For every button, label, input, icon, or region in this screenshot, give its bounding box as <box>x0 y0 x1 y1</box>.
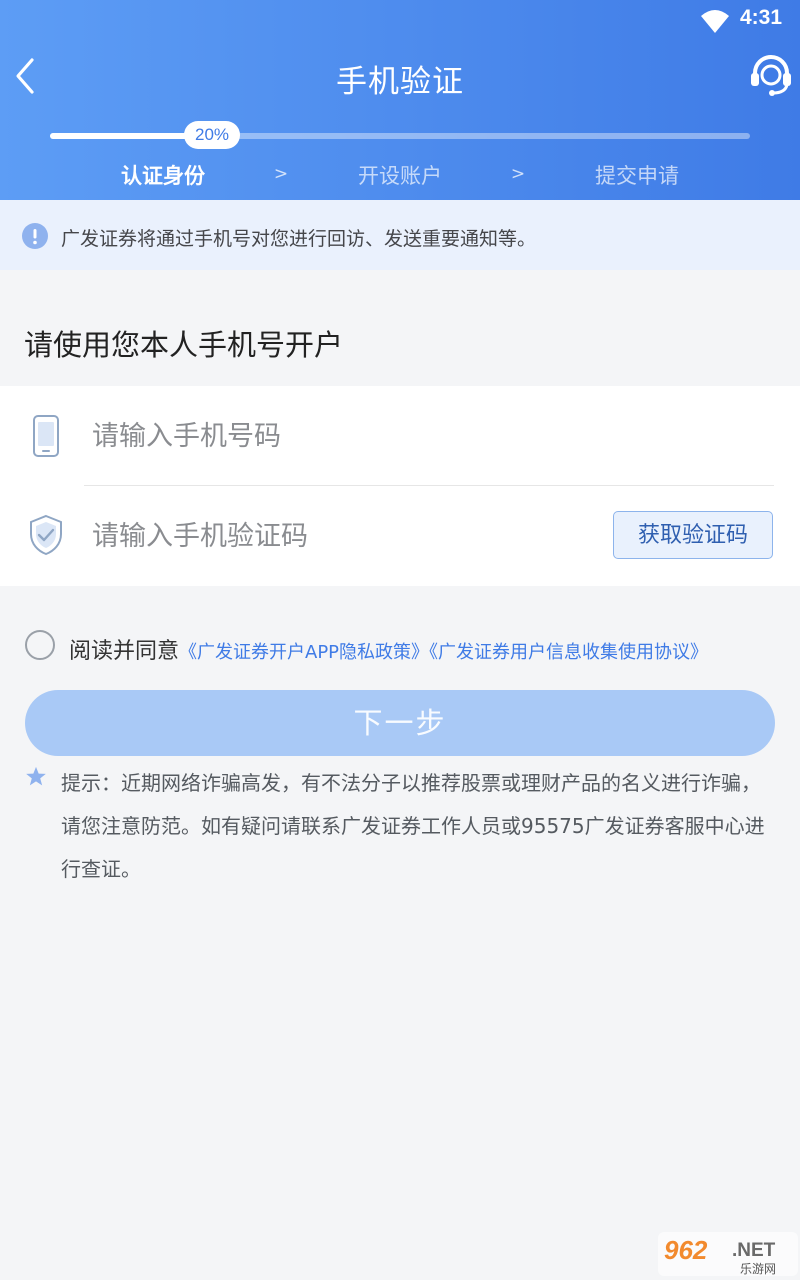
watermark-sub: 乐游网 <box>740 1262 776 1276</box>
field-divider <box>84 485 774 486</box>
watermark-suffix: .NET <box>732 1240 776 1261</box>
notice-text: 广发证券将通过手机号对您进行回访、发送重要通知等。 <box>61 228 537 250</box>
step-indicator: 认证身份 > 开设账户 > 提交申请 <box>0 160 800 194</box>
headset-icon <box>751 55 791 96</box>
shield-check-icon <box>30 514 62 556</box>
phone-verification-screen: 4:31 手机验证 20% 认证身份 > 开设账户 > 提交申请 广发证券将通过… <box>0 0 800 1280</box>
agree-checkbox[interactable] <box>25 630 55 660</box>
site-watermark: 962 .NET 乐游网 <box>658 1232 798 1276</box>
status-time: 4:31 <box>740 6 783 29</box>
fraud-warning-tip: 提示：近期网络诈骗高发，有不法分子以推荐股票或理财产品的名义进行诈骗，请您注意防… <box>61 771 765 881</box>
star-icon <box>26 766 46 786</box>
privacy-policy-link[interactable]: 《广发证券开户APP隐私政策》 <box>179 642 429 663</box>
progress-track <box>50 133 750 139</box>
step-verify-identity: 认证身份 <box>121 164 205 188</box>
progress-badge: 20% <box>184 121 240 149</box>
step-separator: > <box>510 164 526 184</box>
agreement-line: 阅读并同意《广发证券开户APP隐私政策》《广发证券用户信息收集使用协议》 <box>69 633 708 665</box>
get-code-button[interactable]: 获取验证码 <box>613 511 773 559</box>
step-separator: > <box>273 164 289 184</box>
section-title: 请使用您本人手机号开户 <box>24 328 344 362</box>
agreement-prefix: 阅读并同意 <box>69 639 180 664</box>
status-bar: 4:31 <box>0 0 800 44</box>
page-title: 手机验证 <box>336 64 464 100</box>
customer-service-button[interactable] <box>748 52 794 98</box>
phone-number-input[interactable] <box>92 416 752 456</box>
step-submit-application: 提交申请 <box>595 164 679 188</box>
watermark-number: 962 <box>664 1235 708 1265</box>
next-step-button[interactable]: 下一步 <box>25 690 775 756</box>
step-open-account: 开设账户 <box>358 164 442 188</box>
exclamation-icon <box>22 223 48 249</box>
phone-icon <box>33 415 59 457</box>
verification-code-input[interactable] <box>92 516 592 556</box>
header: 4:31 手机验证 20% 认证身份 > 开设账户 > 提交申请 <box>0 0 800 200</box>
wifi-icon <box>701 10 729 33</box>
user-info-agreement-link[interactable]: 《广发证券用户信息收集使用协议》 <box>429 642 708 663</box>
